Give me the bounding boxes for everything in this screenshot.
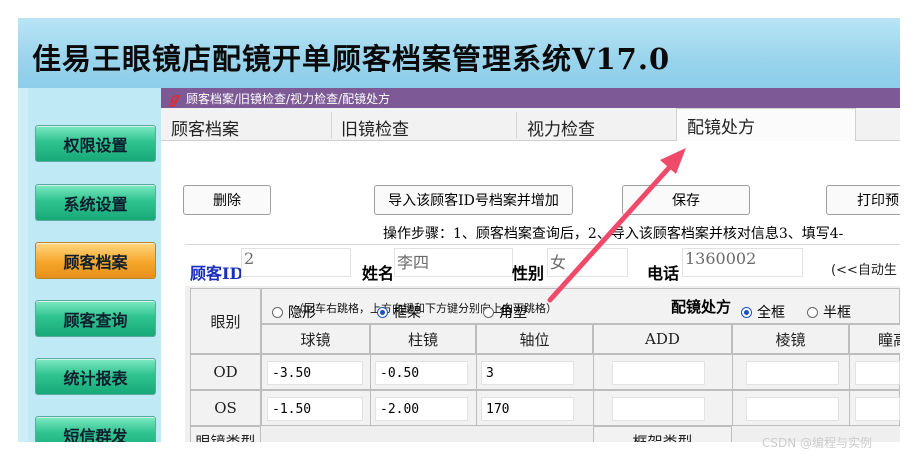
tab-separator <box>516 112 517 138</box>
sidebar-item-customer-records[interactable]: 顾客档案 <box>35 242 156 279</box>
column-cylinder: 柱镜 <box>370 324 476 354</box>
tab-bar: 顾客档案 旧镜检查 视力检查 配镜处方 <box>161 108 900 141</box>
od-add-input[interactable] <box>612 361 705 385</box>
radio-label: 全框 <box>757 305 785 321</box>
gender-field[interactable]: 女 <box>547 248 628 277</box>
os-prism-input[interactable] <box>746 397 839 421</box>
os-sphere-input[interactable]: -1.50 <box>267 397 363 421</box>
app-header: 佳易王眼镜店配镜开单顾客档案管理系统V17.0 <box>18 18 900 88</box>
name-label: 姓名 <box>362 264 395 283</box>
radio-label: 隐形 <box>288 305 316 321</box>
phone-label: 电话 <box>647 264 680 283</box>
customer-info-row: 顾客ID 2 姓名 李四 性别 女 电话 1360002 (<<自动生 <box>185 244 900 286</box>
window-title: 顾客档案/旧镜检查/视力检查/配镜处方 <box>186 91 391 106</box>
radio-label: 角塑 <box>499 305 527 321</box>
column-axis: 轴位 <box>476 324 593 354</box>
os-axis-input[interactable]: 170 <box>481 397 574 421</box>
lens-type-ortho-k[interactable]: 角塑 <box>483 302 527 322</box>
save-button[interactable]: 保存 <box>622 185 750 215</box>
tab-customer-records[interactable]: 顾客档案 <box>171 115 239 140</box>
name-field[interactable]: 李四 <box>394 248 513 277</box>
col-divider <box>593 354 594 426</box>
col-divider <box>476 354 477 426</box>
frame-type-half[interactable]: 半框 <box>807 302 851 322</box>
sidebar-item-sms[interactable]: 短信群发 <box>35 416 156 442</box>
od-sphere-input[interactable]: -3.50 <box>267 361 363 385</box>
app-title: 佳易王眼镜店配镜开单顾客档案管理系统V17.0 <box>32 42 671 76</box>
radio-icon <box>272 306 283 318</box>
od-cylinder-input[interactable]: -0.50 <box>375 361 468 385</box>
main-panel: ℊ 顾客档案/旧镜检查/视力检查/配镜处方 顾客档案 旧镜检查 视力检查 配镜处… <box>161 88 900 442</box>
os-pupil-height-input[interactable] <box>855 397 900 421</box>
gender-label: 性别 <box>512 264 545 283</box>
sidebar-item-system-settings[interactable]: 系统设置 <box>35 184 156 221</box>
tab-prescription[interactable]: 配镜处方 <box>676 108 856 141</box>
sidebar-item-reports[interactable]: 统计报表 <box>35 358 156 395</box>
lens-type-frame[interactable]: 框架 <box>377 302 421 322</box>
column-pupil-height: 瞳高 <box>849 324 900 354</box>
row-os-label: OS <box>190 390 261 426</box>
left-strip <box>18 88 28 442</box>
customer-id-label: 顾客ID <box>190 264 244 283</box>
print-preview-button[interactable]: 打印预 <box>826 185 900 215</box>
col-divider <box>732 354 733 426</box>
os-cylinder-input[interactable]: -2.00 <box>375 397 468 421</box>
customer-id-field[interactable]: 2 <box>241 248 351 277</box>
column-add: ADD <box>593 324 732 354</box>
delete-button[interactable]: 删除 <box>183 185 271 215</box>
od-prism-input[interactable] <box>746 361 839 385</box>
tab-old-glasses-check[interactable]: 旧镜检查 <box>341 115 409 140</box>
row-od-label: OD <box>190 354 261 390</box>
frame-type-label: 框架类型 <box>593 426 732 442</box>
phone-field[interactable]: 1360002 <box>682 248 803 277</box>
radio-icon <box>807 306 818 318</box>
window-title-bar: ℊ 顾客档案/旧镜检查/视力检查/配镜处方 <box>161 88 900 108</box>
sidebar: 权限设置 系统设置 顾客档案 顾客查询 统计报表 短信群发 <box>28 88 161 442</box>
steps-text: 操作步骤：1、顾客档案查询后，2、导入该顾客档案并核对信息3、填写4- <box>383 226 844 242</box>
lens-type-label: 眼镜类型 <box>190 426 261 442</box>
od-pupil-height-input[interactable] <box>855 361 900 385</box>
radio-checked-icon <box>741 306 752 318</box>
radio-checked-icon <box>377 306 388 318</box>
column-prism: 棱镜 <box>732 324 849 354</box>
col-divider <box>370 354 371 426</box>
column-sphere: 球镜 <box>261 324 370 354</box>
tab-vision-check[interactable]: 视力检查 <box>527 115 595 140</box>
tab-separator <box>331 112 332 138</box>
watermark: CSDN @编程与实例 <box>762 436 873 450</box>
app-window: 佳易王眼镜店配镜开单顾客档案管理系统V17.0 权限设置 系统设置 顾客档案 顾… <box>18 18 900 442</box>
eye-header: 眼别 <box>190 288 261 354</box>
sidebar-item-permissions[interactable]: 权限设置 <box>35 125 156 162</box>
auto-generate-hint: (<<自动生 <box>831 263 897 278</box>
radio-label: 框架 <box>393 305 421 321</box>
frame-type-full[interactable]: 全框 <box>741 302 785 322</box>
lens-type-contact[interactable]: 隐形 <box>272 302 316 322</box>
radio-icon <box>483 306 494 318</box>
sidebar-item-customer-search[interactable]: 顾客查询 <box>35 300 156 337</box>
import-customer-button[interactable]: 导入该顾客ID号档案并增加 <box>374 185 573 215</box>
prescription-title: 配镜处方 <box>671 298 732 316</box>
col-divider <box>849 354 850 426</box>
od-axis-input[interactable]: 3 <box>481 361 574 385</box>
os-add-input[interactable] <box>612 397 705 421</box>
app-logo-icon: ℊ <box>167 91 181 107</box>
radio-label: 半框 <box>823 305 851 321</box>
